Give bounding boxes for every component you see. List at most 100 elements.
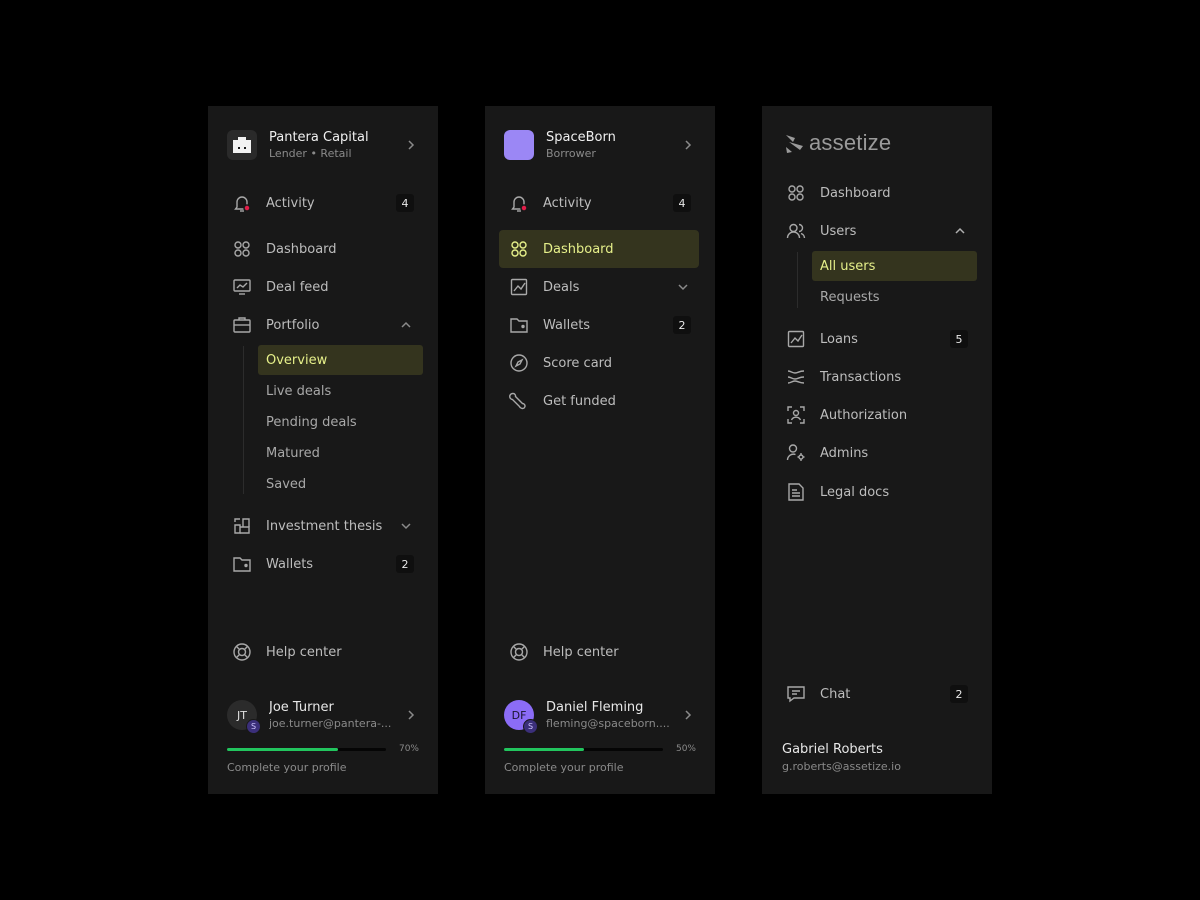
user-email: fleming@spaceborn....: [546, 716, 670, 730]
bell-icon: [507, 191, 531, 215]
subnav-saved[interactable]: Saved: [258, 469, 423, 499]
brand-logo[interactable]: assetize: [785, 130, 891, 156]
user-gear-icon: [784, 441, 808, 465]
org-switcher[interactable]: Pantera Capital Lender • Retail: [227, 128, 419, 162]
sidebar-assetize: assetize Dashboard Users All users Reque…: [762, 106, 992, 794]
tree-line: [797, 252, 798, 308]
face-scan-icon: [784, 403, 808, 427]
nav-label: Dashboard: [820, 185, 891, 201]
nav-authorization[interactable]: Authorization: [776, 397, 976, 433]
nav-dashboard[interactable]: Dashboard: [776, 175, 976, 211]
lifebuoy-icon: [230, 640, 254, 664]
avatar: DF S: [504, 700, 538, 734]
nav-label: Chat: [820, 686, 851, 702]
nav-admins[interactable]: Admins: [776, 435, 976, 471]
subnav-overview[interactable]: Overview: [258, 345, 423, 375]
nav-wallets[interactable]: Wallets 2: [222, 546, 422, 582]
user-email: joe.turner@pantera-...: [269, 716, 392, 730]
assetize-logo-icon: [785, 132, 805, 154]
chevron-right-icon: [403, 137, 419, 153]
progress-fill: [227, 748, 339, 751]
nav-label: Activity: [266, 195, 315, 211]
nav-label: Score card: [543, 355, 613, 371]
count-badge: 4: [396, 194, 414, 212]
nav-label: Dashboard: [543, 241, 614, 257]
complete-profile-link[interactable]: Complete your profile: [227, 761, 347, 774]
avatar-badge: S: [523, 719, 538, 734]
chevron-up-icon: [398, 317, 414, 333]
nav-users[interactable]: Users: [776, 213, 976, 249]
progress-percent: 70%: [398, 744, 419, 754]
user-name: Gabriel Roberts: [782, 742, 883, 757]
monitor-chart-icon: [230, 275, 254, 299]
nav-label: Get funded: [543, 393, 616, 409]
user-email: g.roberts@assetize.io: [782, 760, 901, 773]
complete-profile-link[interactable]: Complete your profile: [504, 761, 624, 774]
nav-legal-docs[interactable]: Legal docs: [776, 474, 976, 510]
subnav-all-users[interactable]: All users: [812, 251, 977, 281]
wallet-icon: [507, 313, 531, 337]
nav-label: Help center: [266, 644, 342, 660]
sidebar-spaceborn: SpaceBorn Borrower Activity 4 Dashboard …: [485, 106, 715, 794]
chat-icon: [784, 682, 808, 706]
nav-label: Dashboard: [266, 241, 337, 257]
org-switcher[interactable]: SpaceBorn Borrower: [504, 128, 696, 162]
subnav-matured[interactable]: Matured: [258, 438, 423, 468]
org-name: SpaceBorn: [546, 129, 616, 145]
nav-activity[interactable]: Activity 4: [222, 185, 422, 221]
nav-loans[interactable]: Loans 5: [776, 321, 976, 357]
nav-deals[interactable]: Deals: [499, 269, 699, 305]
progress-fill: [504, 748, 584, 751]
user-profile[interactable]: Gabriel Roberts g.roberts@assetize.io: [782, 741, 901, 775]
bell-icon: [230, 191, 254, 215]
nav-label: Portfolio: [266, 317, 320, 333]
avatar: JT S: [227, 700, 261, 734]
org-role: Lender • Retail: [269, 146, 352, 160]
nav-wallets[interactable]: Wallets 2: [499, 307, 699, 343]
nav-investment-thesis[interactable]: Investment thesis: [222, 508, 422, 544]
chevron-up-icon: [952, 223, 968, 239]
nav-portfolio[interactable]: Portfolio: [222, 307, 422, 343]
user-profile[interactable]: DF S Daniel Fleming fleming@spaceborn...…: [504, 697, 696, 734]
org-role: Borrower: [546, 146, 596, 160]
subnav-requests[interactable]: Requests: [812, 282, 977, 312]
nav-score-card[interactable]: Score card: [499, 345, 699, 381]
grid-icon: [507, 237, 531, 261]
user-profile[interactable]: JT S Joe Turner joe.turner@pantera-...: [227, 697, 419, 734]
nav-label: Help center: [543, 644, 619, 660]
chevron-right-icon: [680, 707, 696, 723]
sidebar-pantera: Pantera Capital Lender • Retail Activity…: [208, 106, 438, 794]
chevron-right-icon: [680, 137, 696, 153]
nav-dashboard[interactable]: Dashboard: [499, 230, 699, 268]
nav-label: Wallets: [266, 556, 314, 572]
tree-line: [243, 346, 244, 494]
chevron-down-icon: [675, 279, 691, 295]
count-badge: 2: [396, 555, 414, 573]
nav-chat[interactable]: Chat 2: [776, 676, 976, 712]
nav-help-center[interactable]: Help center: [499, 634, 699, 670]
chart-doc-icon: [784, 327, 808, 351]
org-name: Pantera Capital: [269, 129, 369, 145]
subnav-pending-deals[interactable]: Pending deals: [258, 407, 423, 437]
profile-progress-bar: [227, 748, 386, 751]
nav-label: Admins: [820, 445, 869, 461]
wallet-icon: [230, 552, 254, 576]
nav-dashboard[interactable]: Dashboard: [222, 231, 422, 267]
nav-help-center[interactable]: Help center: [222, 634, 422, 670]
chevron-down-icon: [398, 518, 414, 534]
nav-deal-feed[interactable]: Deal feed: [222, 269, 422, 305]
nav-transactions[interactable]: Transactions: [776, 359, 976, 395]
profile-progress-bar: [504, 748, 663, 751]
nav-label: Deal feed: [266, 279, 329, 295]
nav-get-funded[interactable]: Get funded: [499, 383, 699, 419]
layout-icon: [230, 514, 254, 538]
subnav-live-deals[interactable]: Live deals: [258, 376, 423, 406]
waves-icon: [784, 365, 808, 389]
nav-label: Activity: [543, 195, 592, 211]
avatar-initials: DF: [511, 708, 527, 722]
nav-label: Legal docs: [820, 484, 890, 500]
avatar-initials: JT: [237, 708, 247, 722]
nav-label: Investment thesis: [266, 518, 383, 534]
briefcase-icon: [230, 313, 254, 337]
nav-activity[interactable]: Activity 4: [499, 185, 699, 221]
